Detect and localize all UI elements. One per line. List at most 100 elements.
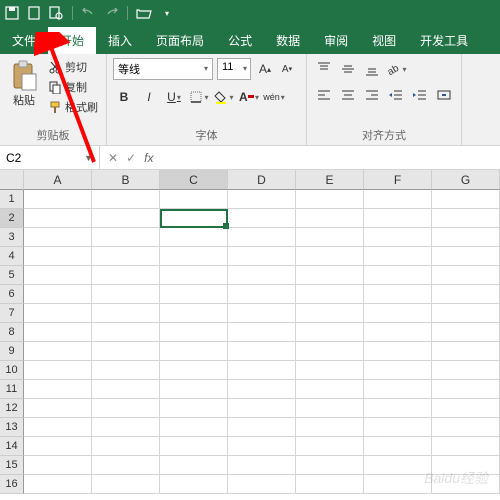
cell[interactable] xyxy=(24,437,92,456)
cell[interactable] xyxy=(160,190,228,209)
cell[interactable] xyxy=(24,456,92,475)
cell[interactable] xyxy=(296,209,364,228)
cell[interactable] xyxy=(364,361,432,380)
cell[interactable] xyxy=(160,418,228,437)
cell[interactable] xyxy=(160,399,228,418)
align-bottom-icon[interactable] xyxy=(361,58,383,80)
cell[interactable] xyxy=(364,418,432,437)
row-header[interactable]: 7 xyxy=(0,304,24,323)
cell[interactable] xyxy=(228,266,296,285)
cell[interactable] xyxy=(296,456,364,475)
cell[interactable] xyxy=(296,380,364,399)
cell[interactable] xyxy=(160,437,228,456)
cell[interactable] xyxy=(432,418,500,437)
row-header[interactable]: 2 xyxy=(0,209,24,228)
increase-indent-icon[interactable] xyxy=(409,84,431,106)
cell[interactable] xyxy=(364,304,432,323)
cell[interactable] xyxy=(92,190,160,209)
formula-input[interactable] xyxy=(161,146,500,169)
row-header[interactable]: 14 xyxy=(0,437,24,456)
cell[interactable] xyxy=(296,342,364,361)
fill-handle[interactable] xyxy=(223,223,229,229)
cell[interactable] xyxy=(24,190,92,209)
cell[interactable] xyxy=(296,361,364,380)
cell[interactable] xyxy=(432,247,500,266)
open-icon[interactable] xyxy=(136,5,152,21)
increase-font-icon[interactable]: A▴ xyxy=(255,59,275,79)
cell[interactable] xyxy=(160,247,228,266)
cell[interactable] xyxy=(92,437,160,456)
cell[interactable] xyxy=(228,437,296,456)
cell[interactable] xyxy=(432,190,500,209)
cell[interactable] xyxy=(364,475,432,494)
column-header[interactable]: G xyxy=(432,170,500,190)
fill-color-button[interactable]: ▾ xyxy=(213,86,235,108)
font-color-button[interactable]: A▾ xyxy=(238,86,260,108)
cell[interactable] xyxy=(364,285,432,304)
cell[interactable] xyxy=(228,380,296,399)
row-header[interactable]: 4 xyxy=(0,247,24,266)
column-header[interactable]: E xyxy=(296,170,364,190)
cell[interactable] xyxy=(24,209,92,228)
cell[interactable] xyxy=(432,323,500,342)
cell[interactable] xyxy=(228,399,296,418)
cell[interactable] xyxy=(92,285,160,304)
cell[interactable] xyxy=(296,266,364,285)
cell[interactable] xyxy=(228,304,296,323)
cell[interactable] xyxy=(24,380,92,399)
chevron-down-icon[interactable]: ▼ xyxy=(84,153,93,163)
cell[interactable] xyxy=(296,190,364,209)
cell[interactable] xyxy=(24,399,92,418)
fx-icon[interactable]: fx xyxy=(144,151,153,165)
cell[interactable] xyxy=(160,266,228,285)
confirm-icon[interactable]: ✓ xyxy=(126,151,136,165)
cell[interactable] xyxy=(92,228,160,247)
cell[interactable] xyxy=(296,228,364,247)
tab-insert[interactable]: 插入 xyxy=(96,27,144,54)
cell[interactable] xyxy=(160,361,228,380)
cell[interactable] xyxy=(228,285,296,304)
row-header[interactable]: 11 xyxy=(0,380,24,399)
cell[interactable] xyxy=(228,418,296,437)
cell[interactable] xyxy=(92,266,160,285)
cell[interactable] xyxy=(24,285,92,304)
cell[interactable] xyxy=(364,342,432,361)
cell[interactable] xyxy=(228,456,296,475)
row-header[interactable]: 8 xyxy=(0,323,24,342)
cell[interactable] xyxy=(24,342,92,361)
cell[interactable] xyxy=(24,228,92,247)
cell[interactable] xyxy=(24,361,92,380)
row-header[interactable]: 3 xyxy=(0,228,24,247)
cell[interactable] xyxy=(160,456,228,475)
cell[interactable] xyxy=(364,323,432,342)
cell[interactable] xyxy=(364,399,432,418)
cell[interactable] xyxy=(228,361,296,380)
cell[interactable] xyxy=(160,323,228,342)
cell[interactable] xyxy=(364,209,432,228)
cell[interactable] xyxy=(92,304,160,323)
cell[interactable] xyxy=(92,323,160,342)
cell[interactable] xyxy=(24,266,92,285)
tab-file[interactable]: 文件 xyxy=(0,27,48,54)
cell[interactable] xyxy=(296,323,364,342)
decrease-font-icon[interactable]: A▾ xyxy=(277,59,297,79)
phonetic-button[interactable]: wén▾ xyxy=(263,86,285,108)
align-top-icon[interactable] xyxy=(313,58,335,80)
cell[interactable] xyxy=(432,380,500,399)
cell[interactable] xyxy=(160,285,228,304)
cell[interactable] xyxy=(364,380,432,399)
paste-button[interactable]: 粘贴 xyxy=(6,58,42,116)
row-header[interactable]: 9 xyxy=(0,342,24,361)
tab-home[interactable]: 开始 xyxy=(48,27,96,54)
undo-icon[interactable] xyxy=(81,5,97,21)
format-painter-button[interactable]: 格式刷 xyxy=(46,98,100,116)
cell[interactable] xyxy=(228,323,296,342)
row-header[interactable]: 16 xyxy=(0,475,24,494)
cell[interactable] xyxy=(92,247,160,266)
italic-button[interactable]: I xyxy=(138,86,160,108)
cell[interactable] xyxy=(364,228,432,247)
cell[interactable] xyxy=(160,380,228,399)
cell[interactable] xyxy=(296,399,364,418)
cell[interactable] xyxy=(432,228,500,247)
cell[interactable] xyxy=(296,437,364,456)
